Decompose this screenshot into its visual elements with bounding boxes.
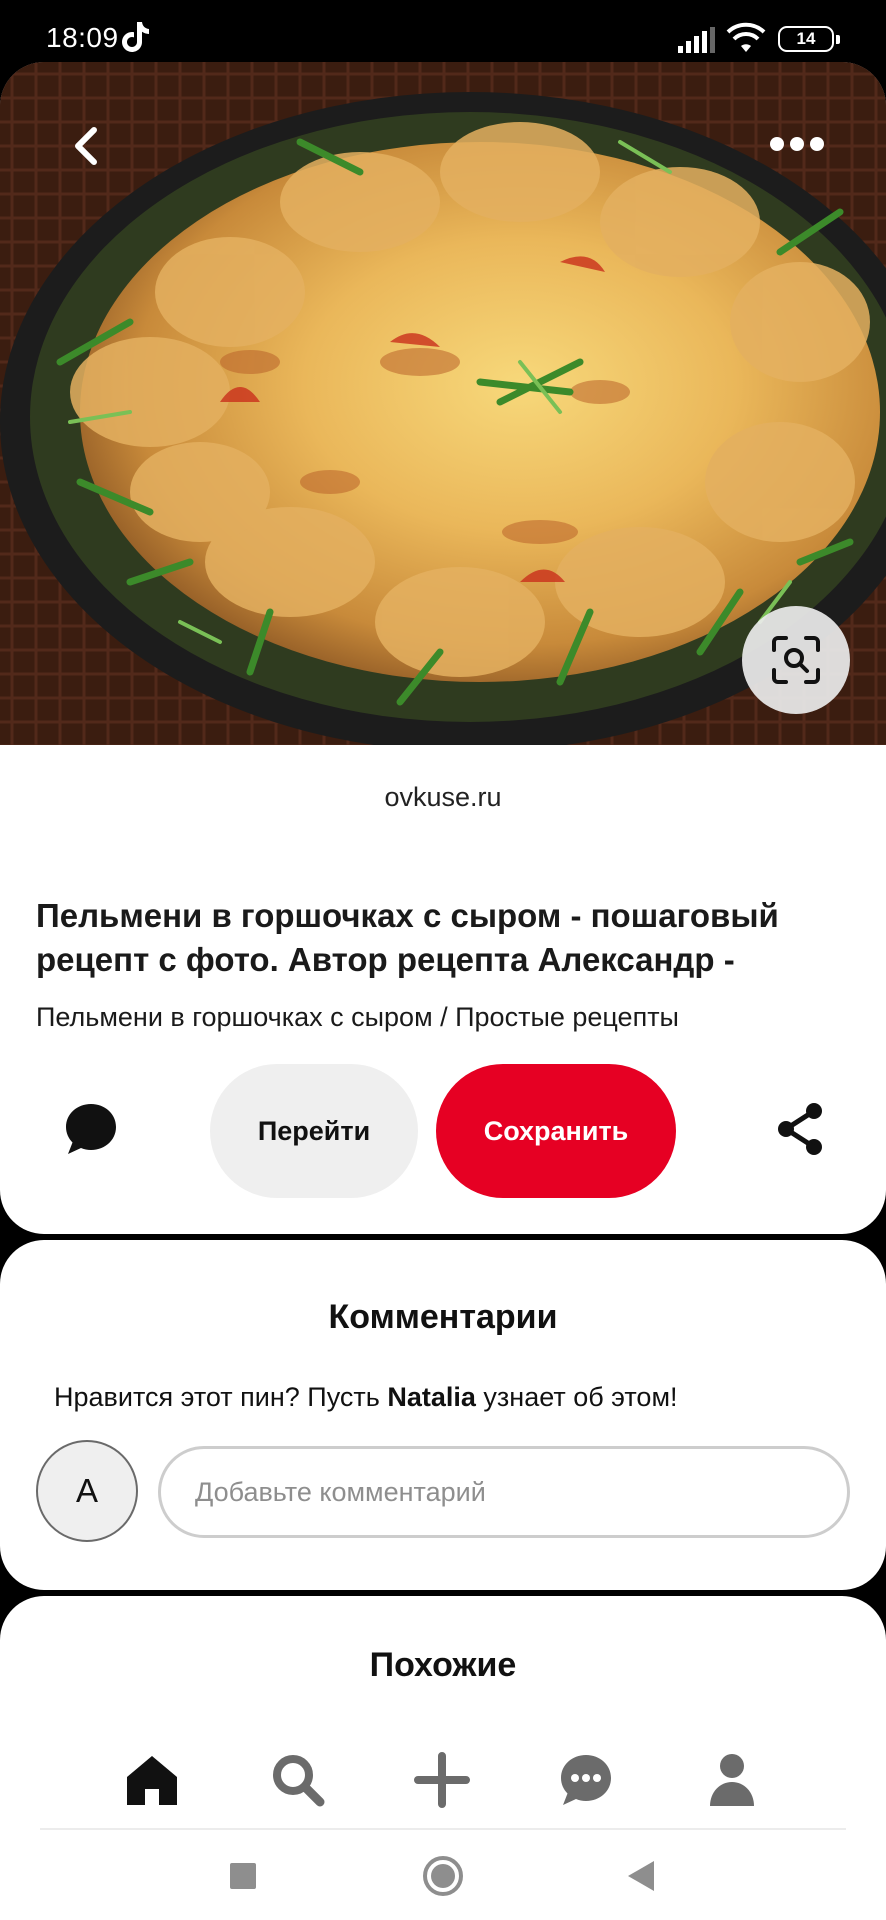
comments-title: Комментарии — [328, 1298, 558, 1336]
home-icon — [127, 1756, 177, 1805]
similar-title: Похожие — [369, 1646, 517, 1684]
profile-icon — [710, 1754, 754, 1806]
search-icon — [273, 1755, 325, 1807]
visit-button[interactable]: Перейти — [210, 1064, 418, 1198]
pin-title: Пельмени в горшочках с сыром - пошаговый… — [36, 897, 779, 978]
bottom-nav — [40, 1730, 846, 1830]
nav-search[interactable] — [268, 1748, 328, 1812]
system-back-button[interactable] — [617, 1852, 665, 1900]
avatar[interactable]: A — [36, 1440, 138, 1542]
nav-home[interactable] — [122, 1748, 182, 1812]
save-button[interactable]: Сохранить — [436, 1064, 676, 1198]
visual-search-button[interactable] — [742, 606, 850, 714]
battery-icon: 14 — [778, 26, 840, 52]
pin-card: ovkuse.ru Пельмени в горшочках с сыром -… — [0, 62, 886, 1234]
more-icon — [770, 137, 824, 151]
comments-prompt-before: Нравится этот пин? Пусть — [54, 1382, 388, 1412]
tiktok-icon — [122, 22, 149, 52]
back-triangle-icon — [628, 1861, 654, 1891]
similar-card: Похожие — [0, 1596, 886, 1920]
system-nav — [0, 1832, 886, 1920]
battery-level: 14 — [796, 29, 816, 48]
messages-icon — [561, 1755, 611, 1805]
pin-subtitle: Пельмени в горшочках с сыром / Простые р… — [36, 1002, 679, 1032]
comments-prompt: Нравится этот пин? Пусть Natalia узнает … — [54, 1382, 678, 1413]
recents-icon — [230, 1863, 256, 1889]
create-icon — [414, 1752, 470, 1808]
nav-create[interactable] — [412, 1748, 472, 1812]
visual-search-icon — [772, 636, 820, 684]
wifi-icon — [726, 22, 766, 52]
comment-bubble-icon — [66, 1104, 116, 1154]
nav-messages[interactable] — [556, 1748, 616, 1812]
back-button[interactable] — [56, 116, 116, 176]
comments-card: Комментарии Нравится этот пин? Пусть Nat… — [0, 1240, 886, 1590]
share-button[interactable] — [770, 1094, 830, 1164]
recents-button[interactable] — [219, 1852, 267, 1900]
home-circle-icon — [423, 1856, 463, 1896]
share-icon — [778, 1103, 822, 1155]
back-icon — [75, 127, 97, 165]
system-home-button[interactable] — [419, 1852, 467, 1900]
pin-author-name: Natalia — [387, 1382, 476, 1412]
signal-icon — [678, 27, 715, 53]
status-time: 18:09 — [46, 22, 119, 53]
more-options-button[interactable] — [762, 124, 832, 164]
comment-button[interactable] — [56, 1094, 126, 1164]
comments-prompt-after: узнает об этом! — [475, 1382, 678, 1412]
pin-image[interactable] — [0, 62, 886, 745]
source-link[interactable]: ovkuse.ru — [0, 782, 886, 813]
nav-profile[interactable] — [702, 1748, 762, 1812]
comment-input[interactable] — [158, 1446, 850, 1538]
